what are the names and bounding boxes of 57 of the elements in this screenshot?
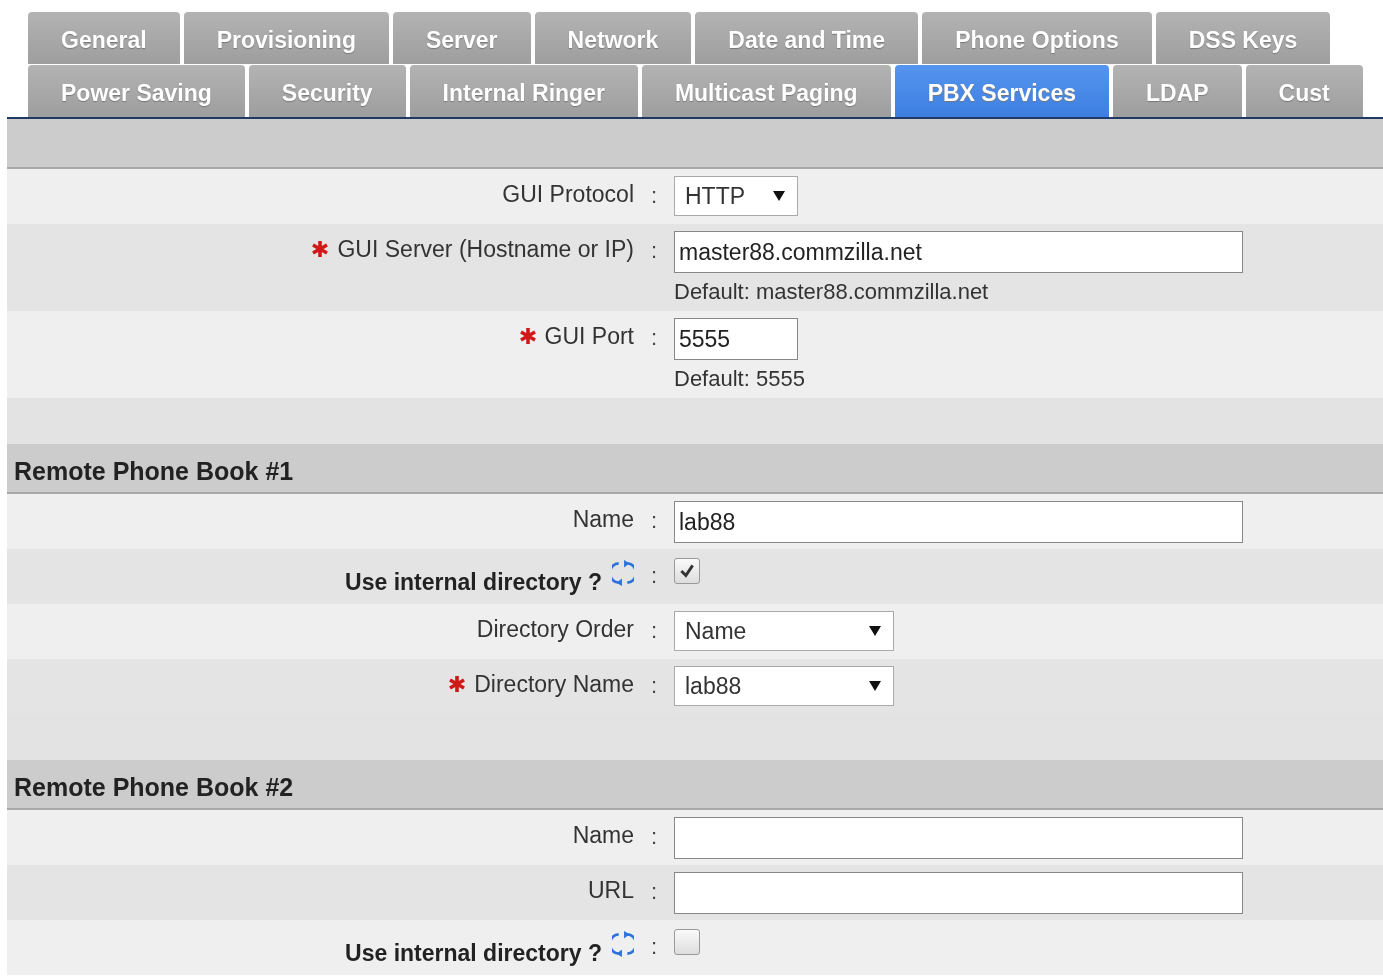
tab[interactable]: Server xyxy=(392,12,531,64)
tab[interactable]: Security xyxy=(248,65,406,117)
separator: : xyxy=(649,878,659,906)
refresh-icon[interactable] xyxy=(612,559,634,587)
refresh-icon[interactable] xyxy=(612,930,634,958)
caret-icon xyxy=(869,681,881,691)
required-icon xyxy=(311,240,330,258)
input-field[interactable] xyxy=(674,817,1243,859)
tab[interactable]: DSS Keys xyxy=(1155,12,1331,64)
field-label: Name xyxy=(572,506,634,533)
checkbox[interactable] xyxy=(674,929,700,955)
separator: : xyxy=(649,562,659,590)
field-label: Directory Order xyxy=(476,616,634,643)
field-label: Use internal directory ? xyxy=(345,939,602,967)
separator: : xyxy=(649,507,659,535)
dropdown[interactable]: lab88 xyxy=(674,666,894,706)
field-label: Directory Name xyxy=(474,671,634,698)
input-field[interactable]: lab88 xyxy=(674,501,1243,543)
default-hint: Default: 5555 xyxy=(674,366,805,392)
section-title: Remote Phone Book #2 xyxy=(14,772,294,802)
required-icon xyxy=(518,327,537,345)
separator: : xyxy=(649,823,659,851)
tab[interactable]: Internal Ringer xyxy=(409,65,638,117)
field-label: URL xyxy=(588,877,634,904)
default-hint: Default: master88.commzilla.net xyxy=(674,279,990,305)
section-title: Remote Phone Book #1 xyxy=(14,456,294,486)
input-field[interactable]: 5555 xyxy=(674,318,798,360)
field-label: GUI Server (Hostname or IP) xyxy=(337,236,634,263)
required-icon xyxy=(448,675,467,693)
tab[interactable]: Date and Time xyxy=(695,12,919,64)
tab[interactable]: Cust xyxy=(1245,65,1363,117)
field-label: Name xyxy=(572,822,634,849)
caret-icon xyxy=(773,191,785,201)
separator: : xyxy=(649,617,659,645)
dropdown[interactable]: HTTP xyxy=(674,176,798,216)
tab[interactable]: Network xyxy=(534,12,692,64)
tab[interactable]: PBX Services xyxy=(894,65,1109,117)
separator: : xyxy=(649,324,659,352)
separator: : xyxy=(649,237,659,265)
separator: : xyxy=(649,182,659,210)
tab[interactable]: Power Saving xyxy=(28,65,245,117)
input-field[interactable] xyxy=(674,872,1243,914)
input-field[interactable]: master88.commzilla.net xyxy=(674,231,1243,273)
separator: : xyxy=(649,672,659,700)
separator: : xyxy=(649,933,659,961)
caret-icon xyxy=(869,626,881,636)
check-icon xyxy=(678,562,696,580)
tab[interactable]: Provisioning xyxy=(183,12,389,64)
tab[interactable]: LDAP xyxy=(1113,65,1242,117)
field-label: GUI Port xyxy=(544,323,634,350)
dropdown[interactable]: Name xyxy=(674,611,894,651)
tab[interactable]: General xyxy=(28,12,180,64)
field-label: GUI Protocol xyxy=(502,181,634,208)
tab[interactable]: Phone Options xyxy=(922,12,1152,64)
tab[interactable]: Multicast Paging xyxy=(641,65,891,117)
checkbox[interactable] xyxy=(674,558,700,584)
field-label: Use internal directory ? xyxy=(345,568,602,596)
